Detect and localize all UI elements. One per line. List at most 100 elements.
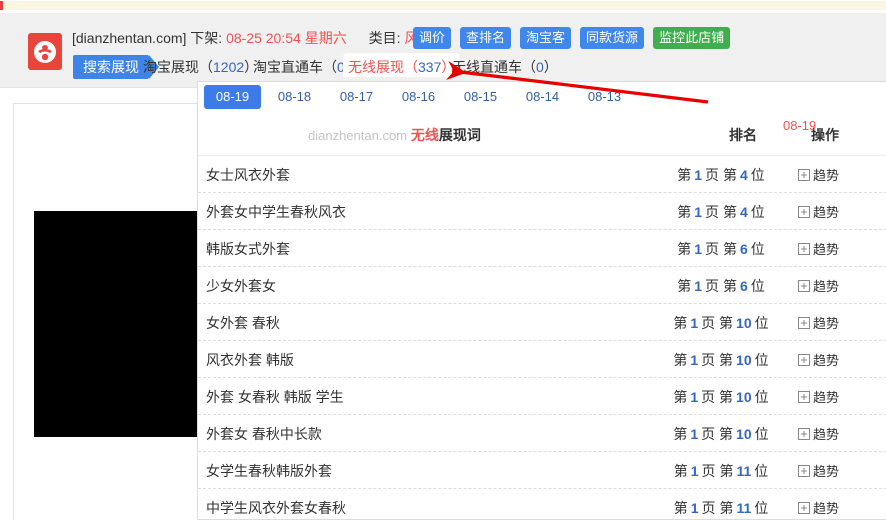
paren-close: ） — [543, 59, 558, 75]
header-action-button[interactable]: 调价 — [413, 27, 452, 49]
watermark-text: dianzhentan.com — [308, 128, 408, 143]
keyword-text[interactable]: 女学生春秋韩版外套 — [206, 461, 332, 481]
rank-column-header: 排名 — [729, 127, 757, 143]
exposure-tab[interactable]: 淘宝展现（1202） — [143, 55, 258, 79]
paren-open: （ — [404, 59, 418, 75]
trend-label: 趋势 — [813, 279, 840, 294]
trend-plus-icon — [798, 390, 810, 403]
keyword-text[interactable]: 风衣外套 韩版 — [206, 350, 294, 370]
keyword-row: 韩版女式外套 第1页 第6位 趋势 — [198, 230, 886, 267]
keyword-row: 风衣外套 韩版 第1页 第 10 位 趋势 — [198, 341, 886, 378]
date-overlay-label: 08-19 — [783, 118, 817, 133]
trend-button[interactable]: 趋势 — [798, 424, 839, 443]
header-action-button[interactable]: 同款货源 — [580, 27, 645, 49]
keyword-row: 外套女中学生春秋风衣 第1页 第4位 趋势 — [198, 193, 886, 230]
paren-open: （ — [199, 59, 213, 75]
exposure-tab-label: 淘宝直通车 — [253, 59, 323, 75]
keyword-text[interactable]: 女外套 春秋 — [206, 313, 280, 333]
trend-label: 趋势 — [813, 353, 840, 368]
trend-button[interactable]: 趋势 — [798, 202, 839, 221]
paren-open: （ — [323, 59, 337, 75]
keyword-text[interactable]: 少女外套女 — [206, 276, 276, 296]
trend-plus-icon — [798, 427, 810, 440]
keyword-row: 少女外套女 第1页 第6位 趋势 — [198, 267, 886, 304]
date-tabs: 08-19 08-18 08-17 08-16 08-15 08-14 08-1… — [204, 85, 633, 109]
trend-label: 趋势 — [813, 205, 840, 220]
exposure-tab-count: 337 — [418, 59, 442, 75]
keyword-row: 外套 女春秋 韩版 学生 第1页 第 10 位 趋势 — [198, 378, 886, 415]
keyword-row: 女外套 春秋 第1页 第 10 位 趋势 — [198, 304, 886, 341]
keyword-text[interactable]: 外套女 春秋中长款 — [206, 424, 322, 444]
keyword-text[interactable]: 女士风衣外套 — [206, 165, 290, 185]
keyword-text[interactable]: 韩版女式外套 — [206, 239, 290, 259]
store-info-row: [dianzhentan.com] 下架: 08-25 20:54 星期六 类目… — [72, 27, 432, 49]
rank-value: 第1页 第 10 位 — [673, 389, 769, 405]
table-title: dianzhentan.com 无线展现词 — [308, 125, 481, 145]
product-image — [34, 211, 197, 437]
keyword-row: 外套女 春秋中长款 第1页 第 10 位 趋势 — [198, 415, 886, 452]
rank-value: 第1页 第6位 — [677, 241, 765, 257]
table-title-rest: 展现词 — [438, 127, 481, 143]
rank-value: 第1页 第 10 位 — [673, 426, 769, 442]
trend-plus-icon — [798, 242, 810, 255]
rank-value: 第1页 第 11 位 — [673, 500, 769, 516]
keyword-text[interactable]: 外套女中学生春秋风衣 — [206, 202, 346, 222]
date-tab[interactable]: 08-14 — [514, 85, 571, 109]
trend-button[interactable]: 趋势 — [798, 350, 839, 369]
exposure-tab-label: 搜索展现 — [83, 59, 139, 75]
top-notice-red-cap — [0, 1, 3, 10]
keywords-table-header: dianzhentan.com 无线展现词 排名 操作 08-19 — [198, 114, 886, 156]
trend-plus-icon — [798, 205, 810, 218]
exposure-tab-count: 1202 — [213, 59, 245, 75]
exposure-tab[interactable]: 无线直通车（0） — [452, 55, 558, 79]
keyword-row: 女士风衣外套 第1页 第4位 趋势 — [198, 156, 886, 193]
date-tab[interactable]: 08-15 — [452, 85, 509, 109]
trend-plus-icon — [798, 316, 810, 329]
rank-value: 第1页 第4位 — [677, 167, 765, 183]
category-label: 类目: — [368, 30, 401, 46]
rank-value: 第1页 第4位 — [677, 204, 765, 220]
exposure-tab-label: 无线直通车 — [452, 59, 522, 75]
date-tab[interactable]: 08-18 — [266, 85, 323, 109]
keywords-table-body: 女士风衣外套 第1页 第4位 趋势 外套女中学生春秋风衣 第1页 第4位 趋势 … — [198, 156, 886, 520]
trend-button[interactable]: 趋势 — [798, 313, 839, 332]
trend-plus-icon — [798, 501, 810, 514]
date-tab[interactable]: 08-16 — [390, 85, 447, 109]
header-action-button[interactable]: 监控此店铺 — [653, 27, 731, 49]
offshelf-time: 08-25 20:54 星期六 — [226, 30, 347, 46]
date-tab[interactable]: 08-17 — [328, 85, 385, 109]
header-action-button[interactable]: 查排名 — [460, 27, 512, 49]
header-action-buttons: 调价 查排名 淘宝客 同款货源 监控此店铺 — [413, 27, 731, 49]
trend-label: 趋势 — [813, 427, 840, 442]
page: [dianzhentan.com] 下架: 08-25 20:54 星期六 类目… — [0, 0, 886, 520]
trend-plus-icon — [798, 464, 810, 477]
rank-value: 第1页 第6位 — [677, 278, 765, 294]
trend-button[interactable]: 趋势 — [798, 276, 839, 295]
store-name: [dianzhentan.com] — [72, 30, 187, 46]
keyword-row: 女学生春秋韩版外套 第1页 第 11 位 趋势 — [198, 452, 886, 489]
keyword-text[interactable]: 中学生风衣外套女春秋 — [206, 498, 346, 518]
store-header: [dianzhentan.com] 下架: 08-25 20:54 星期六 类目… — [0, 13, 886, 88]
exposure-tab-count: 0 — [536, 59, 544, 75]
trend-button[interactable]: 趋势 — [798, 387, 839, 406]
paren-open: （ — [522, 59, 536, 75]
trend-label: 趋势 — [813, 390, 840, 405]
trend-plus-icon — [798, 353, 810, 366]
trend-plus-icon — [798, 279, 810, 292]
trend-button[interactable]: 趋势 — [798, 498, 839, 517]
exposure-tab[interactable]: 无线展现（337） — [343, 53, 461, 77]
date-tab[interactable]: 08-19 — [204, 85, 261, 109]
trend-label: 趋势 — [813, 501, 840, 516]
trend-button[interactable]: 趋势 — [798, 165, 839, 184]
trend-button[interactable]: 趋势 — [798, 239, 839, 258]
header-action-button[interactable]: 淘宝客 — [520, 27, 572, 49]
rank-value: 第1页 第 10 位 — [673, 352, 769, 368]
date-tab[interactable]: 08-13 — [576, 85, 633, 109]
exposure-tab-label: 无线展现 — [348, 59, 404, 75]
exposure-tab[interactable]: 搜索展现 — [73, 55, 159, 79]
exposure-tab-label: 淘宝展现 — [143, 59, 199, 75]
trend-label: 趋势 — [813, 168, 840, 183]
trend-button[interactable]: 趋势 — [798, 461, 839, 480]
trend-label: 趋势 — [813, 464, 840, 479]
keyword-text[interactable]: 外套 女春秋 韩版 学生 — [206, 387, 344, 407]
